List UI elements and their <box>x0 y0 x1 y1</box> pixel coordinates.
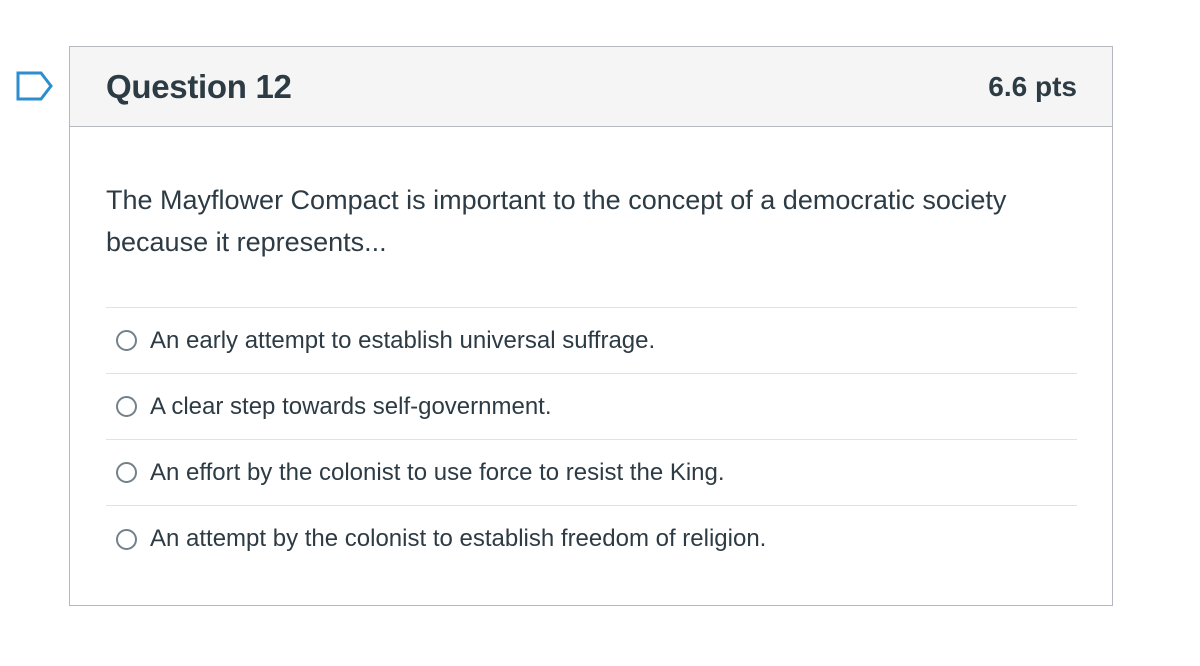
answer-option-1[interactable]: An early attempt to establish universal … <box>106 308 1077 374</box>
answer-option-4[interactable]: An attempt by the colonist to establish … <box>106 506 1077 572</box>
answer-label[interactable]: A clear step towards self-government. <box>150 393 552 421</box>
answer-label[interactable]: An early attempt to establish universal … <box>150 327 655 355</box>
radio-button-icon[interactable] <box>116 396 137 417</box>
flag-question-icon[interactable] <box>15 70 55 102</box>
radio-button-icon[interactable] <box>116 462 137 483</box>
quiz-page: Question 12 6.6 pts The Mayflower Compac… <box>0 0 1200 666</box>
answer-label[interactable]: An attempt by the colonist to establish … <box>150 525 766 553</box>
answer-label[interactable]: An effort by the colonist to use force t… <box>150 459 725 487</box>
answer-option-3[interactable]: An effort by the colonist to use force t… <box>106 440 1077 506</box>
question-title: Question 12 <box>106 67 292 105</box>
question-body: The Mayflower Compact is important to th… <box>70 127 1112 572</box>
radio-button-icon[interactable] <box>116 528 137 550</box>
answer-option-2[interactable]: A clear step towards self-government. <box>106 374 1077 440</box>
radio-button-icon[interactable] <box>116 330 137 351</box>
question-header: Question 12 6.6 pts <box>70 47 1112 127</box>
question-text: The Mayflower Compact is important to th… <box>106 185 1007 257</box>
answer-list: An early attempt to establish universal … <box>106 307 1077 572</box>
question-points: 6.6 pts <box>988 70 1077 102</box>
bookmark-flag-icon <box>16 71 53 101</box>
question-card: Question 12 6.6 pts The Mayflower Compac… <box>69 46 1113 606</box>
